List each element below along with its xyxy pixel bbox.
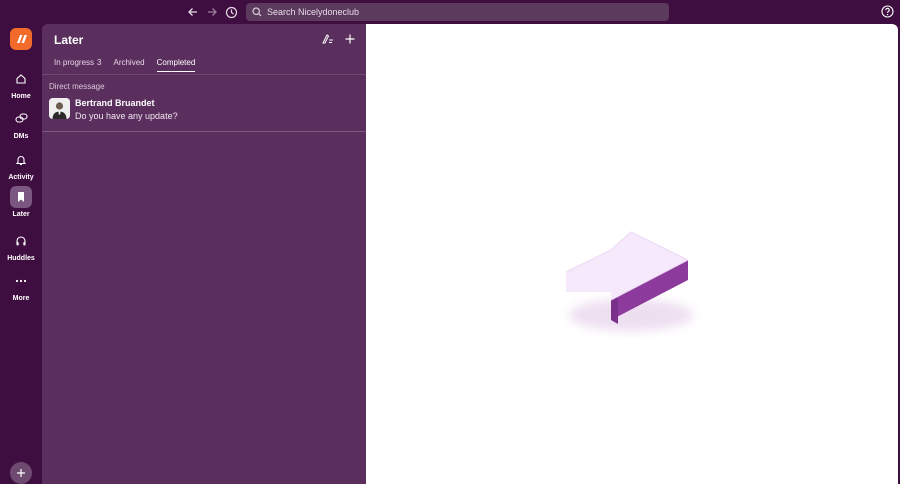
search-icon [252, 7, 262, 17]
bookmark-illustration [556, 220, 706, 345]
add-reminder-icon[interactable] [344, 32, 356, 50]
tab-in-progress[interactable]: In progress 3 [54, 58, 101, 72]
avatar [49, 98, 70, 119]
back-arrow-icon[interactable] [184, 3, 202, 21]
tab-archived-label: Archived [113, 58, 145, 67]
section-label: Direct message [49, 82, 105, 91]
tabs-divider [42, 74, 366, 75]
bookmark-icon [10, 186, 32, 208]
rail-label-activity: Activity [8, 174, 34, 181]
history-icon[interactable] [222, 3, 240, 21]
search-input[interactable]: Search Nicelydoneclub [246, 3, 669, 21]
rail-item-dms[interactable]: DMs [0, 108, 42, 148]
dms-icon [10, 108, 32, 130]
add-workspace-button[interactable] [10, 462, 32, 484]
list-item[interactable]: Bertrand Bruandet Do you have any update… [42, 95, 366, 131]
panel-actions [321, 32, 356, 50]
item-message: Do you have any update? [75, 111, 178, 121]
tab-in-progress-count: 3 [97, 58, 102, 67]
rail-item-later[interactable]: Later [0, 186, 42, 226]
rail-item-more[interactable]: More [0, 270, 42, 310]
bell-icon [10, 149, 32, 171]
headphones-icon [10, 230, 32, 252]
more-icon [10, 270, 32, 292]
rail-item-huddles[interactable]: Huddles [0, 230, 42, 270]
tab-archived[interactable]: Archived [113, 58, 144, 72]
rail-label-dms: DMs [13, 133, 29, 140]
item-divider [42, 131, 366, 132]
rail-label-later: Later [12, 211, 30, 218]
rail-item-activity[interactable]: Activity [0, 149, 42, 189]
rail-item-home[interactable]: Home [0, 68, 42, 108]
main-content [366, 24, 898, 484]
home-icon [10, 68, 32, 90]
rail-label-huddles: Huddles [7, 255, 35, 262]
top-bar: Search Nicelydoneclub [0, 0, 900, 24]
workspace-rail: Home DMs Activity Later Huddles More [0, 24, 42, 484]
panel-title: Later [54, 33, 84, 47]
tab-bar: In progress 3 Archived Completed [54, 58, 196, 72]
rail-label-more: More [12, 295, 30, 302]
workspace-logo[interactable] [10, 28, 32, 50]
tab-completed[interactable]: Completed [156, 58, 196, 72]
item-sender-name: Bertrand Bruandet [75, 98, 155, 108]
forward-arrow-icon[interactable] [203, 3, 221, 21]
plus-icon [17, 469, 25, 477]
rail-label-home: Home [11, 93, 31, 100]
search-placeholder: Search Nicelydoneclub [267, 7, 360, 17]
clear-completed-icon[interactable] [321, 32, 334, 50]
tab-in-progress-label: In progress [54, 58, 95, 67]
tab-completed-label: Completed [156, 58, 196, 67]
later-panel: Later In progress 3 Archived Completed Di… [42, 24, 366, 484]
help-icon[interactable] [880, 4, 894, 18]
